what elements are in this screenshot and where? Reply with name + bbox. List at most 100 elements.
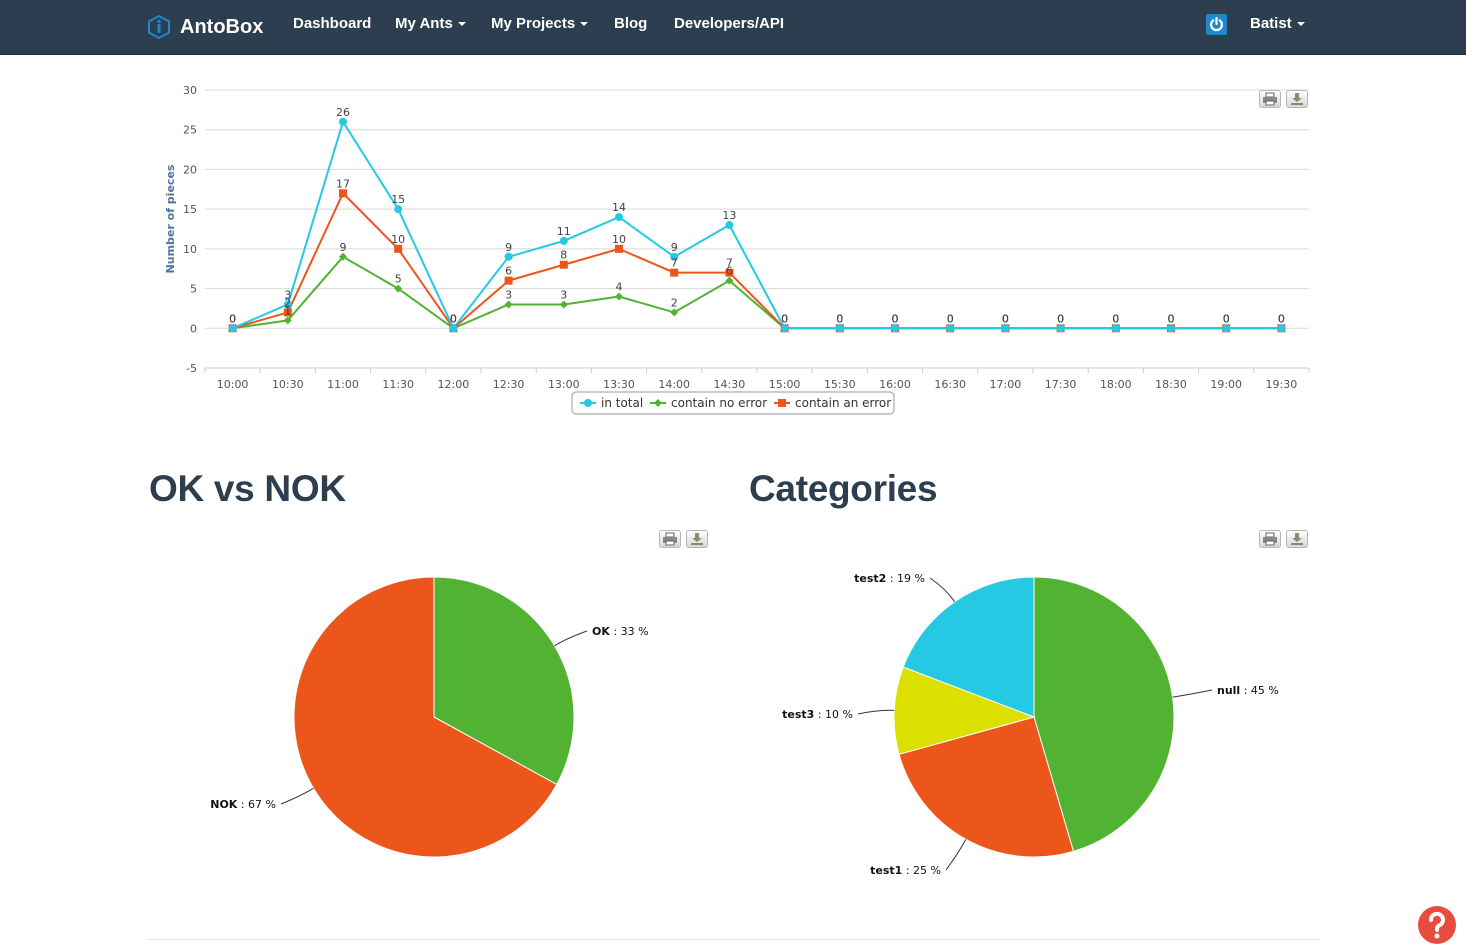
- data-label: 0: [1223, 312, 1230, 325]
- data-point: [891, 324, 899, 333]
- nav-my-ants[interactable]: My Ants: [395, 15, 466, 32]
- data-label: 0: [947, 312, 954, 325]
- x-tick-label: 12:00: [438, 378, 470, 391]
- pie-slice-name: null: [1217, 684, 1240, 697]
- data-point: [504, 252, 513, 261]
- pie-slice-name: test3: [782, 708, 814, 721]
- nav-developers-api[interactable]: Developers/API: [674, 15, 784, 32]
- data-label: 6: [505, 265, 512, 278]
- question-mark-icon: [1428, 911, 1445, 939]
- power-button[interactable]: [1206, 14, 1227, 35]
- y-tick-label: 0: [190, 322, 197, 335]
- x-tick-label: 15:00: [769, 378, 801, 391]
- nav-dashboard[interactable]: Dashboard: [293, 15, 371, 32]
- data-point: [504, 300, 513, 309]
- data-label: 9: [505, 241, 512, 254]
- data-label: 0: [836, 312, 843, 325]
- y-tick-label: 15: [183, 203, 197, 216]
- data-label: 9: [671, 241, 678, 254]
- pie-slice-percent: : 45 %: [1240, 684, 1279, 697]
- data-label: 0: [1278, 312, 1285, 325]
- categories-pie-print-button[interactable]: [1259, 530, 1281, 548]
- pie-slice-label: test1 : 25 %: [870, 864, 941, 877]
- data-label: 26: [336, 106, 350, 119]
- legend-item-label: in total: [601, 396, 643, 410]
- x-tick-label: 17:00: [990, 378, 1022, 391]
- legend-item-label: contain an error: [795, 396, 891, 410]
- user-menu[interactable]: Batist: [1250, 15, 1305, 32]
- data-label: 8: [560, 249, 567, 262]
- brand-link[interactable]: AntoBox: [148, 12, 263, 42]
- nav-dashboard-label: Dashboard: [293, 15, 372, 32]
- pie-slice-name: test1: [870, 864, 902, 877]
- data-point: [1056, 324, 1065, 333]
- data-label: 17: [336, 177, 350, 190]
- series-line: [232, 255, 1282, 330]
- nav-blog-label: Blog: [614, 15, 648, 32]
- data-point: [670, 308, 679, 317]
- data-point: [584, 399, 592, 407]
- connector-line: [554, 630, 588, 647]
- pie-slice-percent: : 25 %: [902, 864, 941, 877]
- pie-slice-percent: : 33 %: [610, 625, 649, 638]
- data-label: 13: [722, 209, 736, 222]
- data-point: [615, 213, 623, 222]
- print-icon: [1263, 532, 1277, 546]
- x-tick-label: 11:30: [382, 378, 414, 391]
- ok-vs-nok-title: OK vs NOK: [149, 468, 346, 509]
- nav-my-projects[interactable]: My Projects: [491, 15, 589, 32]
- x-tick-label: 14:30: [714, 378, 746, 391]
- data-label: 2: [671, 296, 678, 309]
- pie-slice-label: test3 : 10 %: [782, 708, 853, 721]
- x-tick-label: 13:30: [603, 378, 635, 391]
- x-tick-label: 19:00: [1210, 378, 1242, 391]
- categories-pie-download-button[interactable]: [1286, 530, 1308, 548]
- y-axis-title: Number of pieces: [164, 164, 177, 273]
- data-label: 0: [1112, 312, 1119, 325]
- data-point: [670, 268, 679, 277]
- connector-line: [280, 787, 314, 805]
- x-tick-label: 19:30: [1266, 378, 1298, 391]
- download-icon: [691, 533, 703, 545]
- nav-blog[interactable]: Blog: [614, 15, 647, 32]
- connector-line: [945, 839, 967, 871]
- bottom-divider: [148, 939, 1320, 940]
- x-tick-label: 16:00: [879, 378, 911, 391]
- x-tick-label: 15:30: [824, 378, 856, 391]
- line-chart-print-button[interactable]: [1259, 90, 1281, 108]
- data-label: 10: [612, 233, 626, 246]
- download-icon: [1291, 533, 1303, 545]
- x-tick-label: 12:30: [493, 378, 525, 391]
- series-line: [232, 192, 1282, 330]
- data-point: [946, 324, 955, 333]
- help-button[interactable]: [1418, 906, 1456, 944]
- ok-pie-download-button[interactable]: [686, 530, 708, 548]
- data-label: 3: [560, 288, 567, 301]
- nav-my-projects-label: My Projects: [491, 15, 576, 32]
- data-label: 0: [1002, 312, 1009, 325]
- x-tick-label: 17:30: [1045, 378, 1077, 391]
- data-label: 0: [1057, 312, 1064, 325]
- ok-vs-nok-pie-chart: OK : 33 % NOK : 67 %: [210, 576, 649, 858]
- categories-title: Categories: [749, 468, 938, 509]
- categories-pie-chart: null : 45 % test1 : 25 % test3 : 10 % test2…: [782, 572, 1279, 877]
- pie-slice-percent: : 10 %: [814, 708, 853, 721]
- pie-slice-name: test2: [854, 572, 886, 585]
- print-icon: [1263, 92, 1277, 106]
- x-tick-label: 10:30: [272, 378, 304, 391]
- line-chart-download-button[interactable]: [1286, 90, 1308, 108]
- ok-pie-print-button[interactable]: [659, 530, 681, 548]
- data-point: [504, 276, 513, 285]
- data-label: 0: [450, 312, 457, 325]
- legend-item-label: contain no error: [671, 396, 767, 410]
- data-label: 3: [505, 288, 512, 301]
- data-point: [394, 205, 403, 214]
- y-tick-label: 30: [183, 84, 197, 97]
- y-tick-label: 25: [183, 124, 197, 137]
- pie-slice-percent: : 19 %: [886, 572, 925, 585]
- pie-slice-percent: : 67 %: [237, 798, 276, 811]
- x-tick-label: 11:00: [327, 378, 359, 391]
- connector-line: [1172, 689, 1213, 698]
- data-label: 10: [391, 233, 405, 246]
- data-label: 7: [671, 257, 678, 270]
